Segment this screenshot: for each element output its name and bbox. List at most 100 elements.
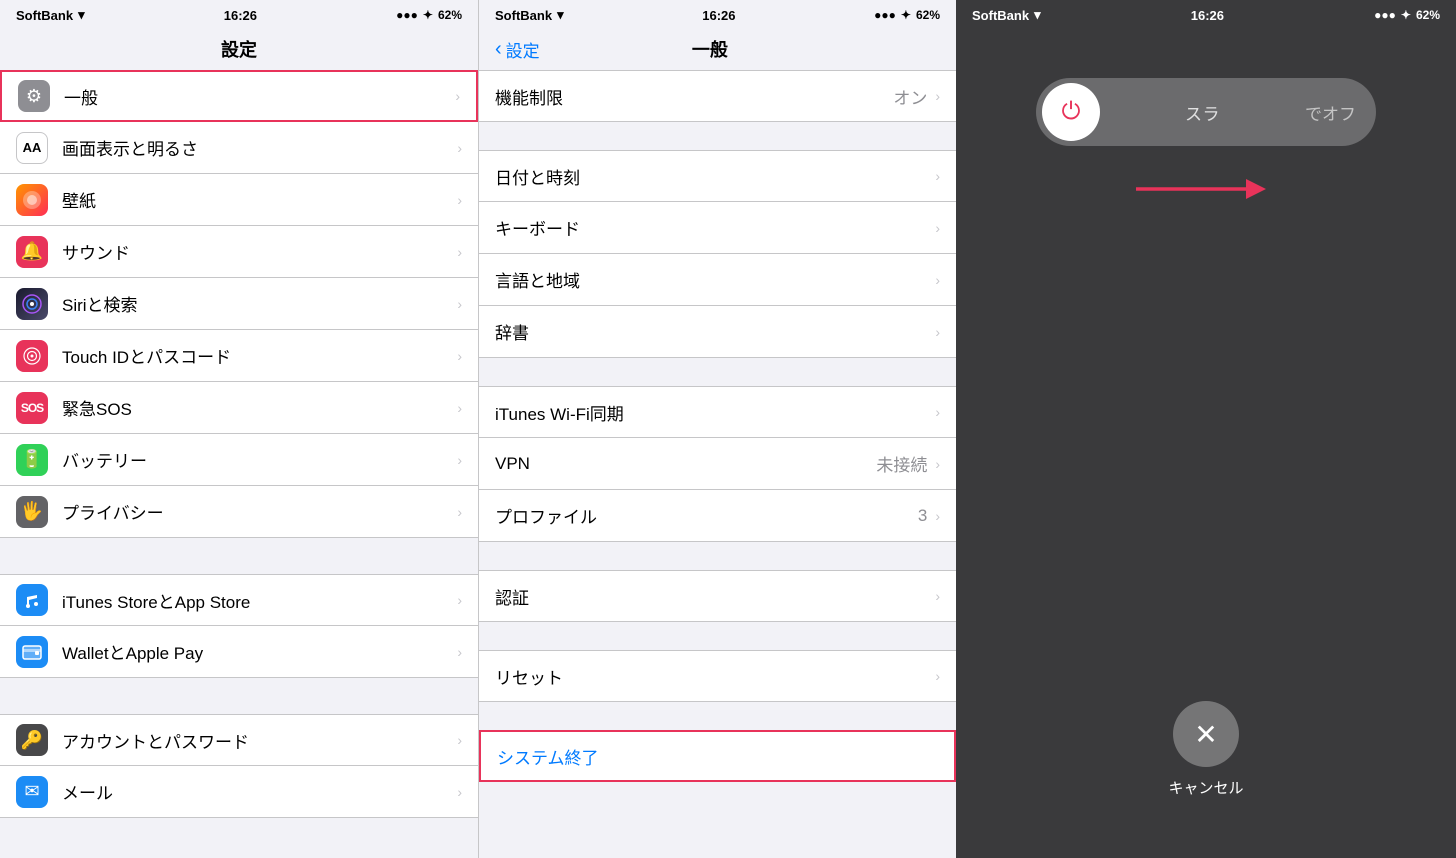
section-gap-2 (0, 678, 478, 714)
general-item-keyboard[interactable]: キーボード › (479, 202, 956, 254)
vpn-value: 未接続 (876, 451, 927, 476)
lock-content: ⏻ スラ でオフ ✕ キャンセル (956, 28, 1456, 858)
settings-item-privacy[interactable]: 🖐 プライバシー › (0, 486, 478, 538)
restrictions-chevron: › (935, 88, 940, 104)
carrier-1: SoftBank (16, 8, 73, 23)
keyboard-label: キーボード (495, 215, 935, 240)
general-item-reset[interactable]: リセット › (479, 650, 956, 702)
general-item-auth[interactable]: 認証 › (479, 570, 956, 622)
keyboard-chevron: › (935, 220, 940, 236)
itunes-wifi-label: iTunes Wi-Fi同期 (495, 400, 935, 425)
display-icon: AA (16, 132, 48, 164)
general-section-6: システム終了 (479, 730, 956, 782)
cancel-button[interactable]: ✕ (1173, 701, 1239, 767)
restrictions-value: オン (893, 84, 927, 109)
sound-chevron: › (457, 244, 462, 260)
time-3: 16:26 (1191, 8, 1224, 23)
settings-item-wallpaper[interactable]: 壁紙 › (0, 174, 478, 226)
mail-chevron: › (457, 784, 462, 800)
settings-title-text: 設定 (221, 40, 257, 60)
wallpaper-label: 壁紙 (62, 187, 451, 212)
settings-item-wallet[interactable]: WalletとApple Pay › (0, 626, 478, 678)
reset-chevron: › (935, 668, 940, 684)
settings-item-mail[interactable]: ✉ メール › (0, 766, 478, 818)
settings-section-account: 🔑 アカウントとパスワード › ✉ メール › (0, 714, 478, 818)
slider-label: スラ (1100, 100, 1305, 125)
battery-1: 62% (438, 8, 462, 22)
privacy-icon: 🖐 (16, 496, 48, 528)
settings-panel: SoftBank ▾ 16:26 ●●● ✦ 62% 設定 ⚙ 一般 › AA … (0, 0, 478, 858)
general-item-restrictions[interactable]: 機能制限 オン › (479, 70, 956, 122)
account-chevron: › (457, 732, 462, 748)
display-label: 画面表示と明るさ (62, 135, 451, 160)
general-item-profile[interactable]: プロファイル 3 › (479, 490, 956, 542)
wifi-icon-3: ▾ (1034, 7, 1041, 23)
general-item-datetime[interactable]: 日付と時刻 › (479, 150, 956, 202)
auth-label: 認証 (495, 584, 935, 609)
itunes-icon (16, 584, 48, 616)
wallet-label: WalletとApple Pay (62, 639, 451, 664)
dictionary-chevron: › (935, 324, 940, 340)
account-icon: 🔑 (16, 724, 48, 756)
bluetooth-icon-1: ✦ (423, 8, 433, 22)
settings-item-siri[interactable]: Siriと検索 › (0, 278, 478, 330)
wifi-icon-2: ▾ (557, 7, 564, 23)
general-item-dictionary[interactable]: 辞書 › (479, 306, 956, 358)
settings-item-touchid[interactable]: Touch IDとパスコード › (0, 330, 478, 382)
datetime-chevron: › (935, 168, 940, 184)
auth-chevron: › (935, 588, 940, 604)
bluetooth-icon-3: ✦ (1401, 8, 1411, 22)
sound-icon: 🔔 (16, 236, 48, 268)
power-off-slider[interactable]: ⏻ スラ でオフ (1036, 78, 1376, 146)
settings-item-sos[interactable]: SOS 緊急SOS › (0, 382, 478, 434)
settings-item-battery[interactable]: 🔋 バッテリー › (0, 434, 478, 486)
status-bar-2: SoftBank ▾ 16:26 ●●● ✦ 62% (479, 0, 956, 28)
general-item-shutdown[interactable]: システム終了 (479, 730, 956, 782)
general-item-language[interactable]: 言語と地域 › (479, 254, 956, 306)
vpn-label: VPN (495, 454, 876, 474)
general-item-itunes-wifi[interactable]: iTunes Wi-Fi同期 › (479, 386, 956, 438)
wallpaper-chevron: › (457, 192, 462, 208)
cancel-label: キャンセル (1168, 777, 1243, 798)
general-label: 一般 (64, 84, 449, 109)
battery-label: バッテリー (62, 447, 451, 472)
general-nav-bar: ‹ 設定 一般 (479, 28, 956, 70)
display-chevron: › (457, 140, 462, 156)
siri-label: Siriと検索 (62, 291, 451, 316)
general-section-4: 認証 › (479, 570, 956, 622)
arrow-container (1136, 174, 1276, 204)
general-title: 一般 (540, 36, 880, 62)
touchid-chevron: › (457, 348, 462, 364)
mail-label: メール (62, 779, 451, 804)
profile-value: 3 (918, 506, 927, 526)
power-icon: ⏻ (1062, 98, 1081, 126)
status-right-2: ●●● ✦ 62% (874, 8, 940, 22)
settings-item-general[interactable]: ⚙ 一般 › (0, 70, 478, 122)
status-left-1: SoftBank ▾ (16, 7, 85, 23)
slider-off-label: でオフ (1305, 100, 1356, 125)
general-section-2: 日付と時刻 › キーボード › 言語と地域 › 辞書 › (479, 150, 956, 358)
status-right-3: ●●● ✦ 62% (1374, 8, 1440, 22)
general-section-1: 機能制限 オン › (479, 70, 956, 122)
battery-chevron: › (457, 452, 462, 468)
settings-section-store: iTunes StoreとApp Store › WalletとApple Pa… (0, 574, 478, 678)
privacy-label: プライバシー (62, 499, 451, 524)
settings-item-display[interactable]: AA 画面表示と明るさ › (0, 122, 478, 174)
settings-item-account[interactable]: 🔑 アカウントとパスワード › (0, 714, 478, 766)
cancel-area: ✕ キャンセル (1168, 701, 1243, 798)
wallet-chevron: › (457, 644, 462, 660)
settings-item-itunes[interactable]: iTunes StoreとApp Store › (0, 574, 478, 626)
gear-icon: ⚙ (18, 80, 50, 112)
mail-icon: ✉ (16, 776, 48, 808)
restrictions-label: 機能制限 (495, 84, 893, 109)
cancel-x-icon: ✕ (1194, 718, 1217, 751)
general-item-vpn[interactable]: VPN 未接続 › (479, 438, 956, 490)
right-arrow (1136, 174, 1276, 204)
back-button[interactable]: ‹ 設定 (495, 37, 540, 62)
settings-item-sound[interactable]: 🔔 サウンド › (0, 226, 478, 278)
status-left-2: SoftBank ▾ (495, 7, 564, 23)
general-chevron: › (455, 88, 460, 104)
touchid-icon (16, 340, 48, 372)
itunes-label: iTunes StoreとApp Store (62, 588, 451, 613)
settings-section-main: ⚙ 一般 › AA 画面表示と明るさ › 壁紙 › 🔔 サウンド (0, 70, 478, 538)
